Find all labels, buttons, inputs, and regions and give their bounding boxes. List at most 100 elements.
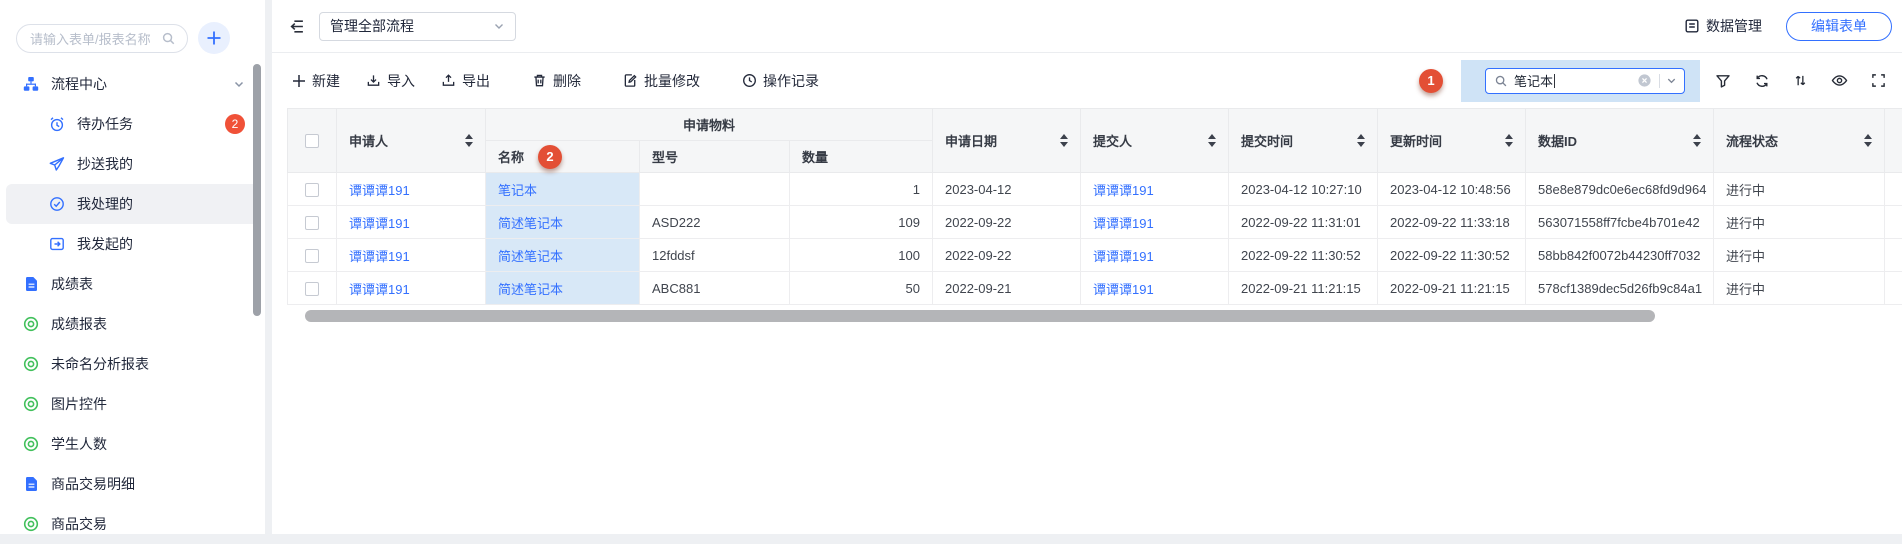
sidebar-item-label: 商品交易明细 [51,474,135,494]
material-name-link[interactable]: 笔记本 [498,183,537,198]
add-form-button[interactable] [198,22,230,54]
document-arrow-icon [48,236,66,252]
col-header-date[interactable]: 申请日期 [933,109,1081,173]
qty-cell: 1 [790,173,933,206]
col-header-qty[interactable]: 数量 [790,141,933,173]
sidebar-item-handled-by-me[interactable]: 我处理的 [6,184,259,224]
col-header-status[interactable]: 流程状态 [1714,109,1885,173]
plus-icon [292,74,306,88]
status-cell: 进行中 [1714,173,1885,206]
update-time-cell: 2022-09-21 11:21:15 [1378,272,1526,305]
data-manage-button[interactable]: 数据管理 [1684,16,1762,36]
material-name-link[interactable]: 简述笔记本 [498,216,563,231]
sidebar-item-product-trade[interactable]: 商品交易 [6,504,259,544]
sidebar-item-score-form[interactable]: 成绩表 [6,264,259,304]
fullscreen-icon[interactable] [1871,73,1886,88]
edit-document-icon [623,73,638,88]
material-name-link[interactable]: 简述笔记本 [498,282,563,297]
sort-arrows-icon[interactable] [1357,134,1365,147]
eye-icon[interactable] [1831,72,1848,89]
horizontal-scrollbar-track [305,310,1902,322]
col-header-data-id[interactable]: 数据ID [1526,109,1714,173]
sidebar-item-todo-tasks[interactable]: 待办任务 2 [6,104,259,144]
export-button[interactable]: 导出 [441,71,490,91]
status-cell: 进行中 [1714,272,1885,305]
table-search-input[interactable]: 笔记本 [1485,68,1685,94]
flow-scope-select[interactable]: 管理全部流程 [319,12,516,41]
edit-form-button[interactable]: 编辑表单 [1786,12,1892,41]
sidebar-item-image-widget[interactable]: 图片控件 [6,384,259,424]
select-all-checkbox[interactable] [305,134,319,148]
applicant-link[interactable]: 谭谭谭191 [349,282,410,297]
sort-icon[interactable] [1793,73,1808,88]
import-icon [366,73,381,88]
row-checkbox[interactable] [305,249,319,263]
sort-arrows-icon[interactable] [465,134,473,147]
sort-arrows-icon[interactable] [1505,134,1513,147]
update-time-cell: 2023-04-12 10:48:56 [1378,173,1526,206]
sidebar-nav: 流程中心 待办任务 2 抄送我的 我处理的 [0,64,265,544]
delete-button[interactable]: 删除 [532,71,581,91]
sidebar-item-product-trade-detail[interactable]: 商品交易明细 [6,464,259,504]
toolbar-right: 1 笔记本 [1419,60,1886,102]
material-name-link[interactable]: 简述笔记本 [498,249,563,264]
col-header-applicant[interactable]: 申请人 [337,109,486,173]
clear-search-icon[interactable] [1637,73,1652,88]
applicant-link[interactable]: 谭谭谭191 [349,249,410,264]
sidebar-scrollbar[interactable] [253,64,261,316]
import-button[interactable]: 导入 [366,71,415,91]
sidebar-item-unnamed-analysis-report[interactable]: 未命名分析报表 [6,344,259,384]
horizontal-scrollbar[interactable] [305,310,1655,322]
sidebar-item-score-report[interactable]: 成绩报表 [6,304,259,344]
search-options-chevron-icon[interactable] [1666,75,1677,86]
sidebar: 请输入表单/报表名称 流程中心 待办任务 2 [0,0,265,534]
qty-cell: 100 [790,239,933,272]
sidebar-search-input[interactable]: 请输入表单/报表名称 [16,24,188,53]
report-icon [22,396,40,412]
col-header-name[interactable]: 名称2 [486,141,640,173]
submitter-link[interactable]: 谭谭谭191 [1093,183,1154,198]
model-cell: ASD222 [640,206,790,239]
sort-arrows-icon[interactable] [1864,134,1872,147]
date-cell: 2023-04-12 [933,173,1081,206]
batch-edit-button[interactable]: 批量修改 [623,71,700,91]
table-row[interactable]: 谭谭谭191 简述笔记本 12fddsf 100 2022-09-22 谭谭谭1… [288,239,1902,272]
col-header-submitter[interactable]: 提交人 [1081,109,1229,173]
qty-cell: 109 [790,206,933,239]
row-checkbox[interactable] [305,216,319,230]
search-icon [161,31,176,46]
table-row[interactable]: 谭谭谭191 简述笔记本 ABC881 50 2022-09-21 谭谭谭191… [288,272,1902,305]
row-checkbox[interactable] [305,183,319,197]
collapse-sidebar-icon[interactable] [288,18,305,35]
model-cell: 12fddsf [640,239,790,272]
refresh-icon[interactable] [1754,73,1770,89]
sidebar-item-cc-to-me[interactable]: 抄送我的 [6,144,259,184]
data-id-cell: 578cf1389dec5d26fb9c84a1 [1526,272,1714,305]
table-row[interactable]: 谭谭谭191 笔记本 1 2023-04-12 谭谭谭191 2023-04-1… [288,173,1902,206]
submitter-link[interactable]: 谭谭谭191 [1093,249,1154,264]
sidebar-item-student-count[interactable]: 学生人数 [6,424,259,464]
sort-arrows-icon[interactable] [1208,134,1216,147]
submitter-link[interactable]: 谭谭谭191 [1093,282,1154,297]
col-header-model[interactable]: 型号 [640,141,790,173]
sidebar-item-initiated-by-me[interactable]: 我发起的 [6,224,259,264]
new-button[interactable]: 新建 [292,71,340,91]
applicant-link[interactable]: 谭谭谭191 [349,216,410,231]
form-file-icon [22,476,40,492]
toolbar: 新建 导入 导出 删除 批量修改 [272,53,1902,108]
paper-plane-icon [48,156,66,172]
history-button[interactable]: 操作记录 [742,71,819,91]
filter-icon[interactable] [1715,73,1731,89]
col-header-update-time[interactable]: 更新时间 [1378,109,1526,173]
submitter-link[interactable]: 谭谭谭191 [1093,216,1154,231]
chevron-down-icon[interactable] [233,78,245,90]
col-header-submit-time[interactable]: 提交时间 [1229,109,1378,173]
table-row[interactable]: 谭谭谭191 简述笔记本 ASD222 109 2022-09-22 谭谭谭19… [288,206,1902,239]
sidebar-item-process-center[interactable]: 流程中心 [6,64,259,104]
row-checkbox[interactable] [305,282,319,296]
sort-arrows-icon[interactable] [1693,134,1701,147]
sort-arrows-icon[interactable] [1060,134,1068,147]
partial-cell [1885,173,1902,206]
data-id-cell: 58e8e879dc0e6ec68fd9d964 [1526,173,1714,206]
applicant-link[interactable]: 谭谭谭191 [349,183,410,198]
